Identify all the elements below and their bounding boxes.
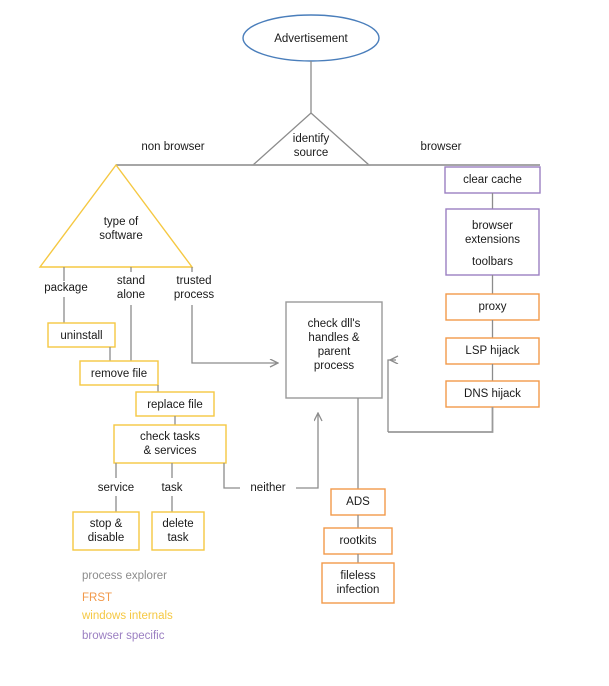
rootkits-label: rootkits	[339, 535, 376, 547]
ads-label: ADS	[346, 496, 370, 508]
identify-source-label-line1: identify	[293, 133, 330, 145]
decision-identify-source[interactable]: identify source	[251, 112, 371, 166]
replace-file-label: replace file	[147, 399, 203, 411]
check-tasks-services-label-line1: check tasks	[140, 431, 200, 443]
edge-trusted-process-to-check-dll	[191, 305, 278, 363]
node-dns-hijack[interactable]: DNS hijack	[445, 380, 540, 408]
fileless-infection-label-line2: infection	[337, 584, 380, 596]
node-clear-cache[interactable]: clear cache	[444, 166, 541, 194]
advertisement-label: Advertisement	[274, 33, 348, 45]
check-tasks-services-label-line2: & services	[143, 445, 196, 457]
proxy-label: proxy	[478, 301, 506, 313]
flowchart-svg: Advertisement identify source non browse…	[38, 14, 541, 642]
identify-source-label-line2: source	[294, 147, 329, 159]
edge-dns-loop-segment	[388, 407, 494, 433]
edge-label-non-browser: non browser	[141, 141, 204, 153]
edge-label-package: package	[44, 282, 87, 294]
node-lsp-hijack[interactable]: LSP hijack	[445, 337, 540, 365]
edge-neither-to-check-dll	[296, 413, 318, 489]
node-delete-task[interactable]: delete task	[151, 511, 205, 551]
edge-label-trusted-process-line2: process	[174, 289, 215, 301]
node-browser-extensions-toolbars[interactable]: browser extensions toolbars	[445, 208, 540, 276]
check-dll-label-line2: handles &	[308, 332, 359, 344]
node-advertisement[interactable]: Advertisement	[242, 14, 380, 62]
node-check-tasks-services[interactable]: check tasks & services	[113, 424, 227, 464]
stop-disable-label-line1: stop &	[90, 518, 123, 530]
edge-label-trusted-process-line1: trusted	[176, 275, 211, 287]
fileless-infection-box	[321, 562, 395, 604]
fileless-infection-label-line1: fileless	[340, 570, 375, 582]
edge-neither-left-segment	[223, 463, 240, 489]
decision-type-of-software[interactable]: type of software	[38, 163, 194, 268]
type-of-software-label-line1: type of	[104, 216, 139, 228]
edge-label-neither: neither	[250, 482, 285, 494]
type-of-software-label-line2: software	[99, 230, 142, 242]
legend-item-windows-internals: windows internals	[81, 610, 173, 622]
delete-task-label-line1: delete	[162, 518, 193, 530]
stop-disable-label-line2: disable	[88, 532, 124, 544]
edge-label-service: service	[98, 482, 134, 494]
browser-extensions-label-line2: extensions	[465, 234, 520, 246]
node-stop-disable[interactable]: stop & disable	[72, 511, 140, 551]
node-uninstall[interactable]: uninstall	[47, 322, 116, 348]
check-dll-label-line4: process	[314, 360, 355, 372]
flowchart-diagram: Advertisement identify source non browse…	[0, 0, 609, 686]
remove-file-label: remove file	[91, 368, 147, 380]
node-rootkits[interactable]: rootkits	[323, 527, 393, 555]
lsp-hijack-label: LSP hijack	[465, 345, 519, 357]
legend-item-process-explorer: process explorer	[82, 570, 167, 582]
toolbars-label: toolbars	[472, 256, 513, 268]
node-proxy[interactable]: proxy	[445, 293, 540, 321]
node-ads[interactable]: ADS	[330, 488, 386, 516]
edge-label-stand-alone-line1: stand	[117, 275, 145, 287]
check-dll-label-line3: parent	[318, 346, 351, 358]
node-fileless-infection[interactable]: fileless infection	[321, 562, 395, 604]
legend-item-browser-specific: browser specific	[82, 630, 165, 642]
dns-hijack-label: DNS hijack	[464, 388, 521, 400]
edge-dns-loop-riser	[387, 359, 392, 432]
check-dll-label-line1: check dll's	[308, 318, 361, 330]
legend: process explorer FRST windows internals …	[81, 570, 173, 642]
delete-task-label-line2: task	[167, 532, 188, 544]
node-check-dll-handles-parent-process[interactable]: check dll's handles & parent process	[285, 301, 383, 399]
node-replace-file[interactable]: replace file	[135, 391, 215, 417]
browser-extensions-label-line1: browser	[472, 220, 513, 232]
edge-label-browser: browser	[421, 141, 462, 153]
node-remove-file[interactable]: remove file	[79, 360, 159, 386]
legend-item-frst: FRST	[82, 592, 112, 604]
clear-cache-label: clear cache	[463, 174, 522, 186]
uninstall-label: uninstall	[60, 330, 102, 342]
edge-label-task: task	[161, 482, 182, 494]
edge-label-stand-alone-line2: alone	[117, 289, 145, 301]
